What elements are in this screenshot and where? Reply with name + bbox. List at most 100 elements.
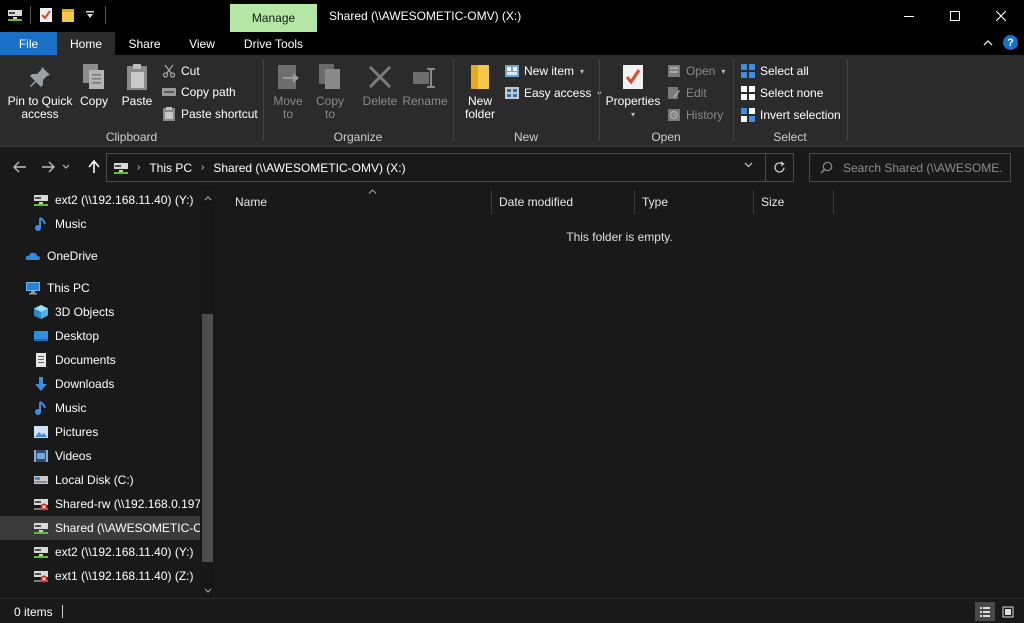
open-button[interactable]: Open ▾ [666,61,725,81]
new-group: New folder New item ▾ Easy access ▾ New [454,55,601,147]
refresh-icon [774,161,785,173]
history-button[interactable]: History [666,105,723,125]
move-to-button[interactable]: Move to [270,61,306,121]
breadcrumb-chevron-icon[interactable]: › [201,162,204,173]
address-bar[interactable]: › This PC › Shared (\\AWESOMETIC-OMV) (X… [106,153,794,182]
search-input[interactable] [843,160,1003,175]
select-all-label: Select all [760,64,809,78]
pin-to-quick-access-button[interactable]: Pin to Quick access [6,61,74,121]
nav-item-shared-x[interactable]: Shared (\\AWESOMETIC-OMV) (X:) [0,516,200,540]
scissors-icon [161,63,177,79]
item-count: 0 items [14,605,53,619]
column-header-size[interactable]: Size [754,190,834,214]
new-folder-qat-icon[interactable] [59,6,77,24]
large-icons-view-button[interactable] [998,602,1018,621]
local-disk-icon [33,472,49,488]
minimize-button[interactable] [886,0,932,32]
nav-item-downloads[interactable]: Downloads [0,372,200,396]
nav-item-ext2-y[interactable]: ext2 (\\192.168.11.40) (Y:) [0,540,200,564]
select-none-button[interactable]: Select none [740,83,823,103]
select-group-label: Select [773,130,807,144]
nav-item-3d-objects[interactable]: 3D Objects [0,300,200,324]
file-list[interactable]: Name Date modified Type Size This folder… [215,186,1024,598]
forward-arrow-icon [42,161,55,173]
rename-icon [409,61,441,93]
tab-share[interactable]: Share [115,32,174,55]
details-view-icon [980,606,990,617]
nav-item-label: Music [55,217,87,231]
edit-button[interactable]: Edit [666,83,707,103]
search-box[interactable] [809,153,1011,182]
drive-icon [111,161,131,175]
nav-item-ext2-top[interactable]: ext2 (\\192.168.11.40) (Y:) [0,188,200,212]
nav-item-ext1-z[interactable]: ext1 (\\192.168.11.40) (Z:) [0,564,200,588]
rename-button[interactable]: Rename [402,61,448,108]
history-icon [666,107,682,123]
back-button[interactable] [10,157,30,177]
scroll-up-arrow-icon[interactable] [200,190,215,206]
manage-contextual-tab[interactable]: Manage [230,4,317,32]
minimize-ribbon-button[interactable] [981,36,995,50]
select-all-button[interactable]: Select all [740,61,809,81]
close-button[interactable] [978,0,1024,32]
scroll-down-arrow-icon[interactable] [200,582,215,598]
column-header-label: Type [642,195,669,209]
nav-item-music-top[interactable]: Music [0,212,200,236]
recent-locations-button[interactable] [60,157,72,177]
properties-qat-icon[interactable] [37,6,55,24]
select-all-icon [740,63,756,79]
clipboard-group: Pin to Quick access Copy Paste Cut Copy … [0,55,263,147]
address-history-dropdown[interactable] [744,160,753,171]
column-header-date-modified[interactable]: Date modified [492,190,635,214]
nav-item-pictures[interactable]: Pictures [0,420,200,444]
tab-home[interactable]: Home [57,32,115,55]
delete-button[interactable]: Delete [360,61,400,108]
disconnected-drive-icon [33,568,49,584]
nav-item-label: Videos [55,449,92,463]
tab-drive-tools[interactable]: Drive Tools [230,32,317,55]
nav-item-desktop[interactable]: Desktop [0,324,200,348]
copy-to-button[interactable]: Copy to [312,61,348,121]
nav-item-this-pc[interactable]: This PC [0,276,200,300]
properties-button[interactable]: Properties ▾ [604,61,662,121]
nav-item-local-disk-c[interactable]: Local Disk (C:) [0,468,200,492]
copy-button[interactable]: Copy [76,61,112,108]
paste-button[interactable]: Paste [118,61,156,108]
breadcrumb-current-folder[interactable]: Shared (\\AWESOMETIC-OMV) (X:) [213,161,405,175]
select-group: Select all Select none Invert selection … [734,55,846,147]
refresh-button[interactable] [765,154,793,181]
maximize-button[interactable] [932,0,978,32]
up-button[interactable] [84,157,104,177]
nav-item-label: Downloads [55,377,115,391]
cut-button[interactable]: Cut [161,61,200,81]
nav-item-onedrive[interactable]: OneDrive [0,244,200,268]
nav-item-music[interactable]: Music [0,396,200,420]
tab-file[interactable]: File [0,32,57,55]
nav-item-shared-rw-w[interactable]: Shared-rw (\\192.168.0.197) (W:) [0,492,200,516]
onedrive-icon [25,248,41,264]
copy-path-button[interactable]: Copy path [161,82,236,102]
open-label: Open [686,64,716,78]
nav-item-videos[interactable]: Videos [0,444,200,468]
column-header-name[interactable]: Name [228,189,492,214]
easy-access-button[interactable]: Easy access ▾ [504,83,601,103]
paste-shortcut-icon [161,106,177,122]
drive-icon[interactable] [6,6,24,24]
breadcrumb-this-pc[interactable]: This PC [149,161,192,175]
column-header-type[interactable]: Type [635,190,754,214]
new-folder-button[interactable]: New folder [460,61,500,121]
new-item-button[interactable]: New item ▾ [504,61,584,81]
invert-selection-button[interactable]: Invert selection [740,105,841,125]
scrollbar-thumb[interactable] [202,314,213,562]
tab-view[interactable]: View [174,32,230,55]
nav-item-documents[interactable]: Documents [0,348,200,372]
paste-shortcut-button[interactable]: Paste shortcut [161,104,258,124]
forward-button[interactable] [38,157,58,177]
customize-qat-icon[interactable] [81,6,99,24]
help-icon[interactable]: ? [1003,35,1018,50]
nav-pane-scrollbar[interactable] [200,186,215,598]
breadcrumb-chevron-icon[interactable]: › [137,162,140,173]
network-drive-icon [33,544,49,560]
details-view-button[interactable] [975,602,995,621]
pin-icon [24,61,56,93]
